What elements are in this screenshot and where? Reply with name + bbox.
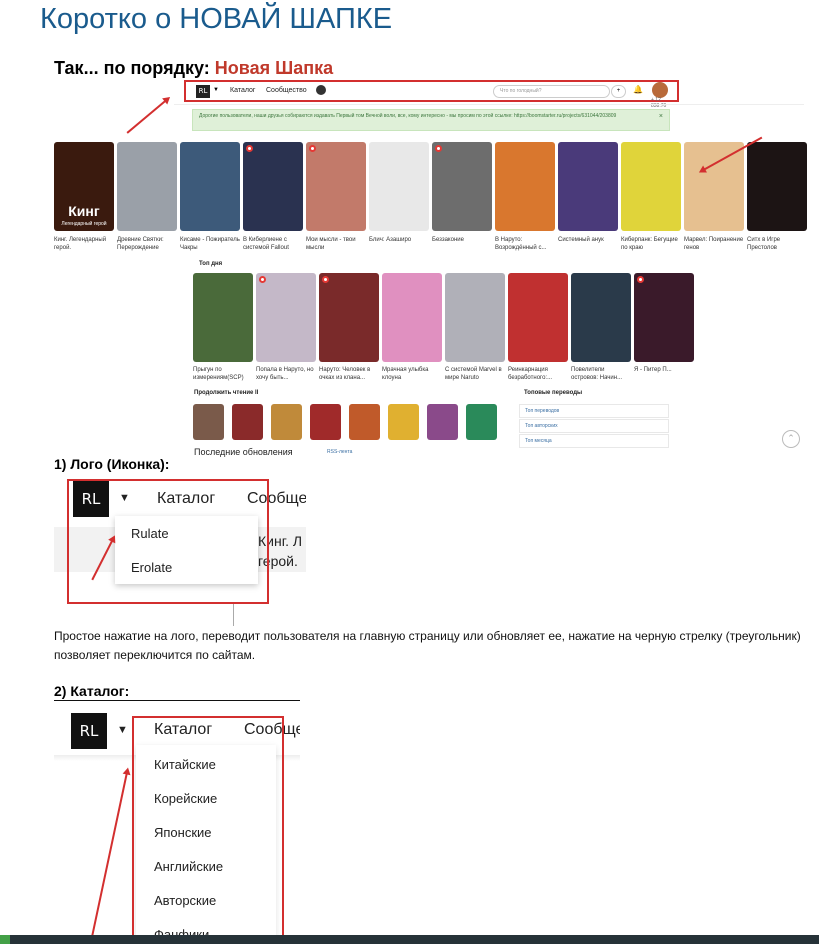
- top-authors-item[interactable]: Топ авторских: [519, 419, 669, 433]
- badge-icon: [246, 145, 253, 152]
- book-title[interactable]: В Наруто: Возрождённый с...: [495, 236, 557, 253]
- site-screenshot: RL ▼ Каталог Сообщество Что по голодный?…: [54, 78, 807, 458]
- bottom-bar: [0, 935, 819, 944]
- intro-heading: Так... по порядку: Новая Шапка: [54, 58, 333, 79]
- badge-icon: [322, 276, 329, 283]
- book-title[interactable]: Марвел: Поиранение генов: [684, 236, 746, 253]
- book-cover[interactable]: Кинг Легендарный герой: [54, 142, 114, 231]
- badge-icon: [259, 276, 266, 283]
- book-cover[interactable]: [117, 142, 177, 231]
- book-cover[interactable]: [747, 142, 807, 231]
- book-title[interactable]: Реинкарнация безработного:...: [508, 366, 570, 383]
- nav-catalog[interactable]: Каталог: [230, 87, 255, 94]
- book-cover[interactable]: [256, 273, 316, 362]
- balance: + 12 838.70: [651, 97, 667, 109]
- site-switch-caret-icon[interactable]: ▼: [213, 87, 219, 93]
- close-icon[interactable]: ×: [659, 113, 663, 120]
- book-title[interactable]: Наруто: Человек в очках из клана...: [319, 366, 381, 383]
- continue-thumb[interactable]: [466, 404, 497, 440]
- book-title[interactable]: Попала в Наруто, но хочу быть...: [256, 366, 318, 383]
- top-day-heading: Топ дня: [199, 261, 223, 267]
- continue-thumb[interactable]: [349, 404, 380, 440]
- top-translations-item[interactable]: Топ переводов: [519, 404, 669, 418]
- logo-icon[interactable]: RL: [71, 713, 107, 749]
- book-cover[interactable]: [634, 273, 694, 362]
- compass-icon[interactable]: [316, 85, 326, 95]
- continue-reading-heading: Продолжить чтение II: [194, 390, 259, 396]
- continue-thumb[interactable]: [427, 404, 458, 440]
- book-cover[interactable]: [684, 142, 744, 231]
- intro-prefix: Так... по порядку:: [54, 58, 210, 78]
- badge-icon: [309, 145, 316, 152]
- caret-down-icon[interactable]: ▼: [117, 724, 128, 736]
- site-logo[interactable]: RL: [196, 85, 210, 98]
- book-cover[interactable]: [382, 273, 442, 362]
- scroll-top-icon[interactable]: ⌃: [782, 430, 800, 448]
- nav-community[interactable]: Сообщество: [266, 87, 307, 94]
- cover-subtitle: Легендарный герой: [61, 221, 107, 227]
- highlight-box: [132, 716, 284, 944]
- book-cover[interactable]: [432, 142, 492, 231]
- heading-underline: [54, 700, 300, 701]
- search-input[interactable]: Что по голодный?: [493, 85, 610, 98]
- book-cover[interactable]: [369, 142, 429, 231]
- book-cover[interactable]: [621, 142, 681, 231]
- book-cover[interactable]: [306, 142, 366, 231]
- top-translations-heading: Топовые переводы: [524, 390, 583, 396]
- continue-thumb[interactable]: [388, 404, 419, 440]
- divider: [233, 604, 234, 626]
- continue-thumb[interactable]: [271, 404, 302, 440]
- book-title[interactable]: Киберпанк: Бегущие по краю: [621, 236, 683, 253]
- book-title[interactable]: В Киберлиене с системой Fallout: [243, 236, 305, 253]
- cover-title: Кинг: [68, 203, 100, 219]
- continue-thumb[interactable]: [232, 404, 263, 440]
- intro-accent: Новая Шапка: [214, 58, 334, 78]
- alert-text: Дорогие пользователи, наши друзья собира…: [199, 113, 617, 119]
- rss-link[interactable]: RSS-лента: [327, 449, 352, 455]
- book-title[interactable]: Ситх в Игре Престолов: [747, 236, 809, 253]
- annotation-arrow: [126, 97, 169, 134]
- book-cover[interactable]: [508, 273, 568, 362]
- announcement-alert: Дорогие пользователи, наши друзья собира…: [192, 109, 670, 131]
- book-title[interactable]: Кисаме - Пожиратель Чакры: [180, 236, 242, 253]
- book-title[interactable]: Повелители островов: Начин...: [571, 366, 633, 383]
- book-title[interactable]: Я - Питер П...: [634, 366, 696, 383]
- search-button[interactable]: +: [611, 85, 626, 98]
- book-cover[interactable]: [319, 273, 379, 362]
- page-title: Коротко о НОВАЙ ШАПКЕ: [40, 3, 393, 35]
- book-cover[interactable]: [558, 142, 618, 231]
- book-cover[interactable]: [243, 142, 303, 231]
- book-title[interactable]: С системой Marvel в мире Naruto: [445, 366, 507, 383]
- book-title[interactable]: Древние Святки: Перерождение: [117, 236, 179, 253]
- header-divider: [174, 104, 804, 105]
- section1-heading: 1) Лого (Иконка):: [54, 456, 170, 472]
- description-paragraph: Простое нажатие на лого, переводит польз…: [54, 629, 801, 662]
- bell-icon[interactable]: 🔔: [633, 85, 643, 94]
- book-title[interactable]: Мои мысли - твои мысли: [306, 236, 368, 253]
- continue-thumb[interactable]: [310, 404, 341, 440]
- book-title[interactable]: Блич: Азаширо: [369, 236, 431, 253]
- avatar[interactable]: [652, 82, 668, 98]
- book-cover[interactable]: [495, 142, 555, 231]
- section2-heading: 2) Каталог:: [54, 683, 130, 699]
- site-header: RL ▼ Каталог Сообщество Что по голодный?…: [184, 80, 679, 109]
- book-cover[interactable]: [180, 142, 240, 231]
- book-cover[interactable]: [571, 273, 631, 362]
- book-cover[interactable]: [193, 273, 253, 362]
- badge-icon: [435, 145, 442, 152]
- book-title[interactable]: Системный анук: [558, 236, 620, 253]
- bottom-accent: [0, 935, 10, 944]
- book-title[interactable]: Мрачная улыбка клоуна: [382, 366, 444, 383]
- continue-thumb[interactable]: [193, 404, 224, 440]
- top-month-item[interactable]: Топ месяца: [519, 434, 669, 448]
- book-cover[interactable]: [445, 273, 505, 362]
- highlight-box: [67, 479, 269, 604]
- badge-icon: [637, 276, 644, 283]
- book-title[interactable]: Кинг. Легендарный герой.: [54, 236, 116, 253]
- book-title[interactable]: Беззаконие: [432, 236, 494, 253]
- book-title[interactable]: Прыгун по измерениям(SCP): [193, 366, 255, 383]
- latest-updates-heading: Последние обновления: [194, 447, 293, 457]
